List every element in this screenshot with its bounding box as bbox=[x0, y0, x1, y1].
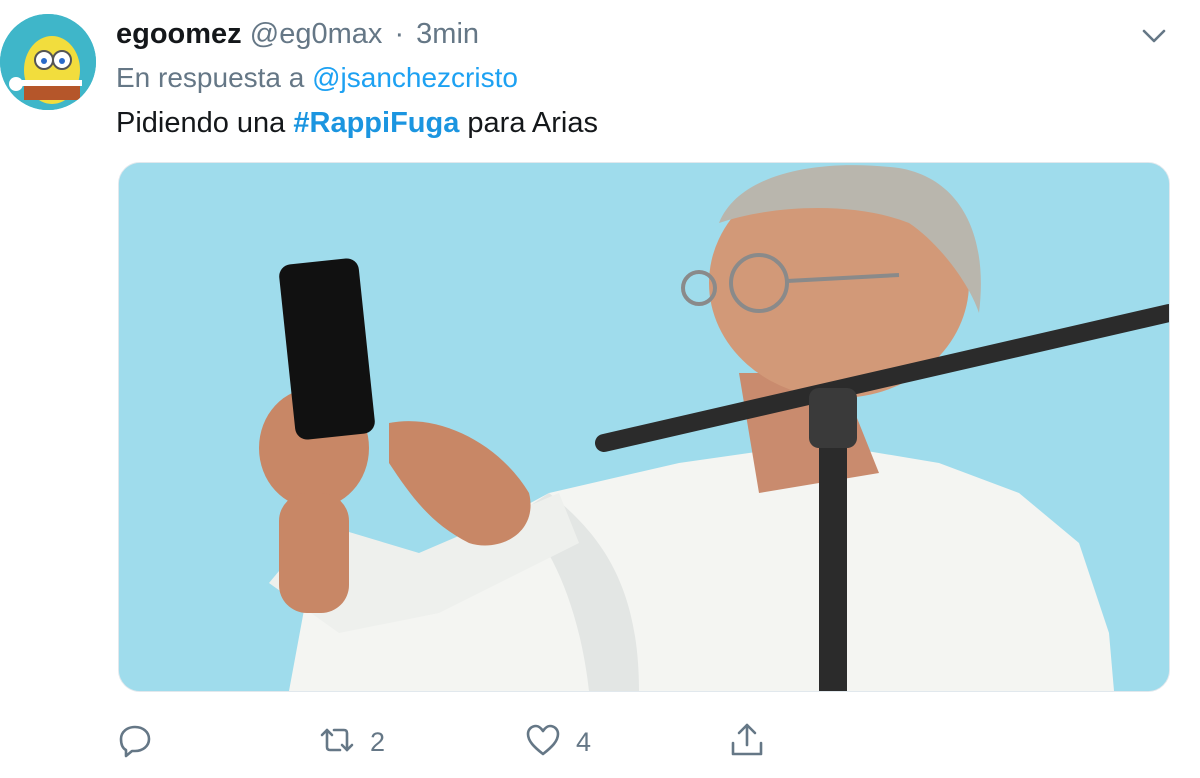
hashtag-link[interactable]: #RappiFuga bbox=[293, 107, 459, 139]
separator-dot: · bbox=[394, 18, 405, 50]
avatar[interactable] bbox=[0, 14, 96, 110]
tweet-header: egoomez @eg0max · 3min bbox=[116, 16, 479, 52]
share-icon bbox=[728, 721, 766, 764]
like-count: 4 bbox=[576, 726, 592, 757]
display-name[interactable]: egoomez bbox=[116, 18, 242, 50]
tweet-text-before: Pidiendo una bbox=[116, 107, 286, 139]
chevron-down-icon[interactable] bbox=[1138, 22, 1170, 50]
tweet-photo[interactable] bbox=[118, 162, 1170, 692]
tweet-text: Pidiendo una #RappiFuga para Arias bbox=[116, 104, 598, 142]
heart-icon bbox=[524, 721, 562, 764]
reply-prefix: En respuesta a bbox=[116, 62, 305, 93]
retweet-count: 2 bbox=[370, 726, 386, 757]
retweet-button[interactable]: 2 bbox=[318, 718, 385, 766]
timestamp[interactable]: 3min bbox=[416, 18, 479, 50]
tweet: egoomez @eg0max · 3min En respuesta a @j… bbox=[0, 0, 1200, 778]
reply-context: En respuesta a @jsanchezcristo bbox=[116, 60, 518, 96]
reply-icon bbox=[116, 721, 154, 764]
reply-button[interactable] bbox=[116, 718, 154, 766]
reply-to-link[interactable]: @jsanchezcristo bbox=[312, 62, 518, 93]
tweet-text-after: para Arias bbox=[467, 107, 598, 139]
tweet-actions: 2 4 bbox=[0, 718, 1200, 768]
like-button[interactable]: 4 bbox=[524, 718, 591, 766]
user-handle[interactable]: @eg0max bbox=[250, 18, 383, 50]
share-button[interactable] bbox=[728, 718, 766, 766]
retweet-icon bbox=[318, 721, 356, 764]
